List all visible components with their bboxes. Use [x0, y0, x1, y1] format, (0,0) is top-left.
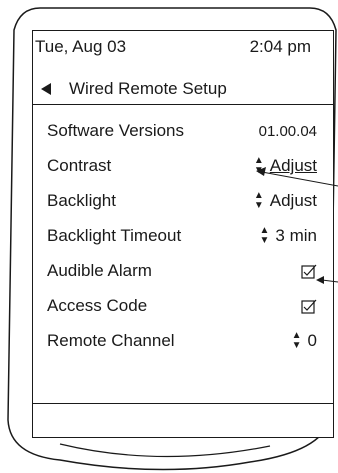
- menu-item-contrast[interactable]: Contrast ▲ ▼ Adjust: [47, 151, 317, 181]
- menu-item-value: ▲ ▼ 0: [291, 330, 317, 351]
- menu-item-backlight-timeout[interactable]: Backlight Timeout ▲ ▼ 3 min: [47, 221, 317, 251]
- remote-device: Tue, Aug 03 2:04 pm Wired Remote Setup S…: [0, 0, 338, 473]
- menu-item-label: Audible Alarm: [47, 261, 152, 280]
- menu-item-value: 01.00.04: [258, 122, 317, 140]
- menu-item-value: ▲ ▼ Adjust: [253, 190, 317, 211]
- date-text: Tue, Aug 03: [35, 37, 127, 56]
- status-bar: Tue, Aug 03 2:04 pm: [35, 37, 311, 57]
- header-divider: [33, 104, 333, 105]
- menu-item-value: ▲ ▼ 3 min: [259, 225, 317, 246]
- checked-box-icon[interactable]: [301, 263, 317, 279]
- up-down-arrows-icon: ▲ ▼: [253, 190, 264, 211]
- menu-item-remote-channel[interactable]: Remote Channel ▲ ▼ 0: [47, 326, 317, 356]
- menu-item-software-versions[interactable]: Software Versions 01.00.04: [47, 116, 317, 146]
- footer-divider: [33, 403, 333, 404]
- menu-item-label: Backlight: [47, 191, 116, 210]
- menu-item-label: Backlight Timeout: [47, 226, 182, 245]
- back-arrow-icon[interactable]: [41, 83, 51, 95]
- page-title: Wired Remote Setup: [69, 79, 227, 98]
- menu-item-audible-alarm[interactable]: Audible Alarm: [47, 256, 317, 286]
- up-down-arrows-icon: ▲ ▼: [253, 155, 264, 176]
- menu-item-label: Software Versions: [47, 121, 185, 140]
- menu-item-label: Access Code: [47, 296, 148, 315]
- time-text: 2:04 pm: [249, 37, 311, 56]
- checked-box-icon[interactable]: [301, 298, 317, 314]
- menu-item-label: Remote Channel: [47, 331, 175, 350]
- menu-item-access-code[interactable]: Access Code: [47, 291, 317, 321]
- up-down-arrows-icon: ▲ ▼: [291, 330, 302, 351]
- menu-item-value: ▲ ▼ Adjust: [253, 155, 317, 176]
- up-down-arrows-icon: ▲ ▼: [259, 225, 270, 246]
- menu-item-backlight[interactable]: Backlight ▲ ▼ Adjust: [47, 186, 317, 216]
- lcd-screen: Tue, Aug 03 2:04 pm Wired Remote Setup S…: [32, 30, 334, 438]
- menu-item-label: Contrast: [47, 156, 112, 175]
- screen-title: Wired Remote Setup: [41, 79, 227, 99]
